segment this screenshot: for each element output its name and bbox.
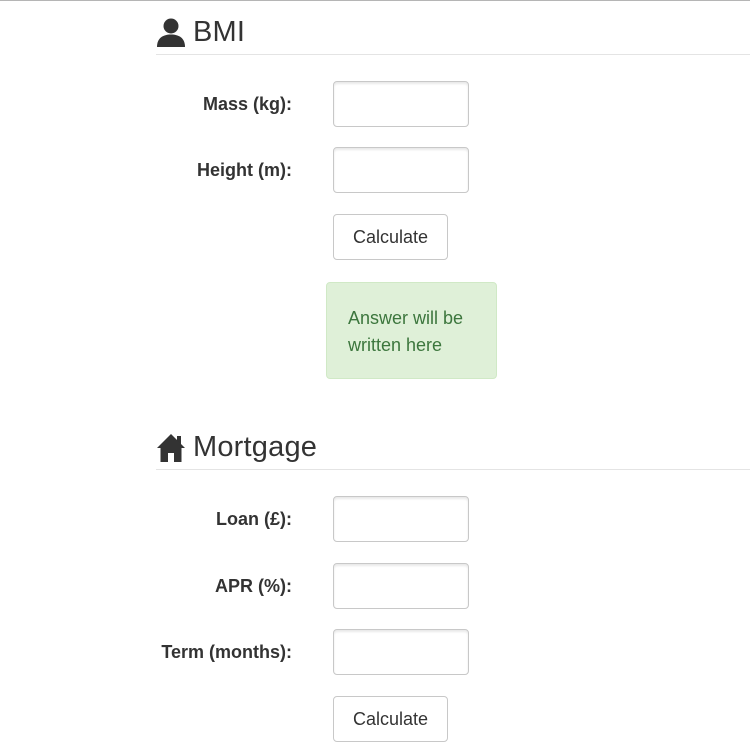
term-input[interactable] xyxy=(333,629,469,675)
bmi-answer-box: Answer will be written here xyxy=(326,282,497,379)
loan-input[interactable] xyxy=(333,496,469,542)
apr-input[interactable] xyxy=(333,563,469,609)
bmi-calculate-button[interactable]: Calculate xyxy=(333,214,448,260)
bmi-height-row: Height (m): xyxy=(0,147,750,193)
bmi-title: BMI xyxy=(193,15,246,48)
term-label: Term (months): xyxy=(161,642,292,662)
mortgage-calculate-button[interactable]: Calculate xyxy=(333,696,448,742)
mortgage-loan-row: Loan (£): xyxy=(0,496,750,542)
mortgage-apr-row: APR (%): xyxy=(0,563,750,609)
apr-label: APR (%): xyxy=(215,576,292,596)
mass-label: Mass (kg): xyxy=(202,94,292,114)
user-icon xyxy=(156,17,186,47)
loan-label: Loan (£): xyxy=(216,509,292,529)
bmi-section-heading: BMI xyxy=(156,10,750,55)
bmi-mass-row: Mass (kg): xyxy=(0,81,750,127)
height-input[interactable] xyxy=(333,147,469,193)
height-label: Height (m): xyxy=(197,160,292,180)
mortgage-section-heading: Mortgage xyxy=(156,425,750,470)
mass-input[interactable] xyxy=(333,81,469,127)
mortgage-title: Mortgage xyxy=(193,430,318,463)
top-divider xyxy=(0,0,750,1)
mortgage-term-row: Term (months): xyxy=(0,629,750,675)
home-icon xyxy=(156,432,186,462)
